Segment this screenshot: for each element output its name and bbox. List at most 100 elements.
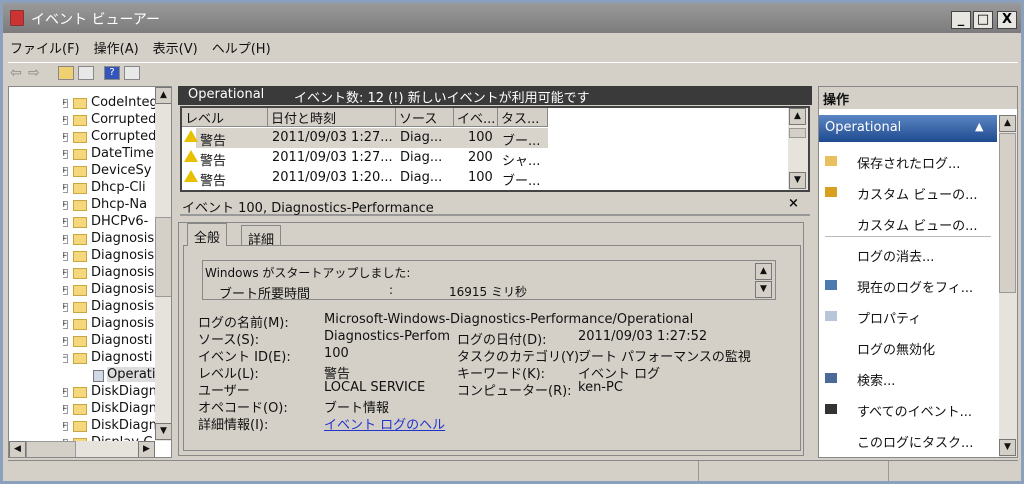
close-detail-icon[interactable]: × <box>788 196 799 211</box>
tree-item[interactable]: + Diagnosis <box>63 248 158 265</box>
expand-icon[interactable]: + <box>63 252 68 261</box>
tree-item[interactable]: + Diagnosis <box>63 299 158 316</box>
scroll-down-button[interactable]: ▼ <box>999 439 1016 456</box>
expand-icon[interactable]: + <box>63 337 68 346</box>
table-row[interactable]: 警告 2011/09/03 1:20... Diag... 100 ブー... <box>182 168 792 189</box>
expand-icon[interactable]: + <box>63 99 68 108</box>
expand-icon[interactable]: + <box>63 269 68 278</box>
tree-item[interactable]: + DiskDiagn <box>63 401 158 418</box>
tree-item[interactable]: + Corrupted <box>63 112 158 129</box>
scroll-thumb[interactable] <box>155 217 171 297</box>
tree-item[interactable]: + DiskDiagn <box>63 418 158 435</box>
expand-icon[interactable]: − <box>63 354 68 363</box>
menu-action[interactable]: 操作(A) <box>92 36 141 59</box>
tree-item[interactable]: + Diagnosis <box>63 265 158 282</box>
actions-section-title: Operational <box>825 120 902 135</box>
tree-item[interactable]: + Dhcp-Cli <box>63 180 158 197</box>
menu-help[interactable]: ヘルプ(H) <box>210 36 273 59</box>
action-item[interactable]: 保存されたログ... <box>857 153 960 172</box>
expand-icon[interactable]: + <box>63 116 68 125</box>
expand-icon[interactable]: + <box>63 405 68 414</box>
action-item[interactable]: カスタム ビューの... <box>857 215 978 234</box>
scroll-thumb[interactable] <box>26 441 76 457</box>
table-row[interactable]: 警告 2011/09/03 1:27... Diag... 200 シャ... <box>182 148 792 169</box>
scroll-up-button[interactable]: ▲ <box>155 87 171 104</box>
expand-icon[interactable]: + <box>63 388 68 397</box>
column-level[interactable]: レベル <box>182 108 268 127</box>
expand-icon[interactable]: + <box>63 167 68 176</box>
action-item[interactable]: このログにタスク... <box>857 432 973 451</box>
scroll-left-button[interactable]: ◀ <box>9 441 26 457</box>
tree-item[interactable]: + Diagnosis <box>63 282 158 299</box>
expand-icon[interactable]: + <box>63 201 68 210</box>
expand-icon[interactable]: + <box>63 286 68 295</box>
tree-item[interactable]: + DeviceSy <box>63 163 158 180</box>
tree-item[interactable]: + DiskDiagn <box>63 384 158 401</box>
expand-icon[interactable]: + <box>63 150 68 159</box>
tree-item-label: Diagnosis <box>91 248 155 263</box>
menu-view[interactable]: 表示(V) <box>151 36 200 59</box>
expand-icon[interactable]: + <box>63 320 68 329</box>
menu-file[interactable]: ファイル(F) <box>8 36 82 59</box>
action-item[interactable]: カスタム ビューの... <box>857 184 978 203</box>
maximize-button[interactable]: □ <box>973 11 993 29</box>
column-event-id[interactable]: イベ... <box>454 108 498 127</box>
scroll-thumb[interactable] <box>999 133 1016 293</box>
back-icon[interactable]: ⇦ <box>10 66 22 80</box>
table-row[interactable]: 警告 2011/09/03 1:27... Diag... 100 ブー... <box>182 128 792 149</box>
action-item[interactable]: 現在のログをフィ... <box>857 277 973 296</box>
expand-icon[interactable]: + <box>63 235 68 244</box>
scroll-up-button[interactable]: ▲ <box>755 263 772 280</box>
actions-vertical-scrollbar[interactable]: ▲ ▼ <box>999 115 1017 457</box>
expand-icon[interactable]: + <box>63 133 68 142</box>
action-item[interactable]: 検索... <box>857 370 895 389</box>
tree-horizontal-scrollbar[interactable]: ◀ ▶ <box>9 441 155 457</box>
tree-item[interactable]: − Diagnosti <box>63 350 158 367</box>
tab-details[interactable]: 詳細 <box>241 225 282 248</box>
scroll-down-button[interactable]: ▼ <box>755 281 772 298</box>
action-item[interactable]: プロパティ <box>857 308 921 327</box>
help-icon[interactable]: ? <box>104 66 120 80</box>
expand-icon[interactable]: + <box>63 184 68 193</box>
tree-item[interactable]: + Dhcp-Na <box>63 197 158 214</box>
action-item[interactable]: ログの消去... <box>857 246 934 265</box>
tree-item[interactable]: + Diagnosis <box>63 316 158 333</box>
expand-icon[interactable]: + <box>63 303 68 312</box>
event-message-box[interactable]: Windows がスタートアップしました: ブート所要時間 : 16915 ミリ… <box>202 260 776 302</box>
log-icon <box>93 370 104 382</box>
action-item[interactable]: ログの無効化 <box>857 339 935 358</box>
show-tree-icon[interactable] <box>78 66 94 80</box>
actions-section-header[interactable]: Operational ▲ <box>819 115 997 142</box>
list-vertical-scrollbar[interactable]: ▲ ▼ <box>788 108 808 190</box>
tab-general[interactable]: 全般 <box>187 223 228 246</box>
scroll-thumb[interactable] <box>789 128 806 138</box>
column-source[interactable]: ソース <box>396 108 454 127</box>
scroll-up-button[interactable]: ▲ <box>999 115 1016 132</box>
title-bar[interactable]: イベント ビューアー _ □ X <box>3 3 1021 33</box>
tree-item[interactable]: + Diagnosis <box>63 231 158 248</box>
tree-item[interactable]: + Diagnosti <box>63 333 158 350</box>
expand-icon[interactable]: + <box>63 218 68 227</box>
action-item[interactable]: すべてのイベント... <box>857 401 972 420</box>
more-info-link[interactable]: イベント ログのヘル <box>324 414 445 433</box>
tree-vertical-scrollbar[interactable]: ▲ ▼ <box>155 87 171 441</box>
up-folder-icon[interactable] <box>58 66 74 80</box>
column-date[interactable]: 日付と時刻 <box>268 108 396 127</box>
minimize-button[interactable]: _ <box>951 11 971 29</box>
show-action-pane-icon[interactable] <box>124 66 140 80</box>
tree-item[interactable]: + DHCPv6- <box>63 214 158 231</box>
tree-item[interactable]: + Corrupted <box>63 129 158 146</box>
tree-item[interactable]: Operational <box>93 367 155 384</box>
tree-item[interactable]: + DateTime <box>63 146 158 163</box>
forward-icon[interactable]: ⇨ <box>28 66 40 80</box>
expand-icon[interactable]: + <box>63 422 68 431</box>
folder-icon <box>73 268 87 279</box>
scroll-down-button[interactable]: ▼ <box>155 423 171 440</box>
column-task[interactable]: タス... <box>498 108 548 127</box>
close-button[interactable]: X <box>997 11 1017 29</box>
scroll-right-button[interactable]: ▶ <box>138 441 155 457</box>
scroll-down-button[interactable]: ▼ <box>789 172 806 189</box>
collapse-icon[interactable]: ▲ <box>975 120 983 133</box>
tree-item[interactable]: + CodeIntegrity <box>63 95 158 112</box>
scroll-up-button[interactable]: ▲ <box>789 108 806 125</box>
